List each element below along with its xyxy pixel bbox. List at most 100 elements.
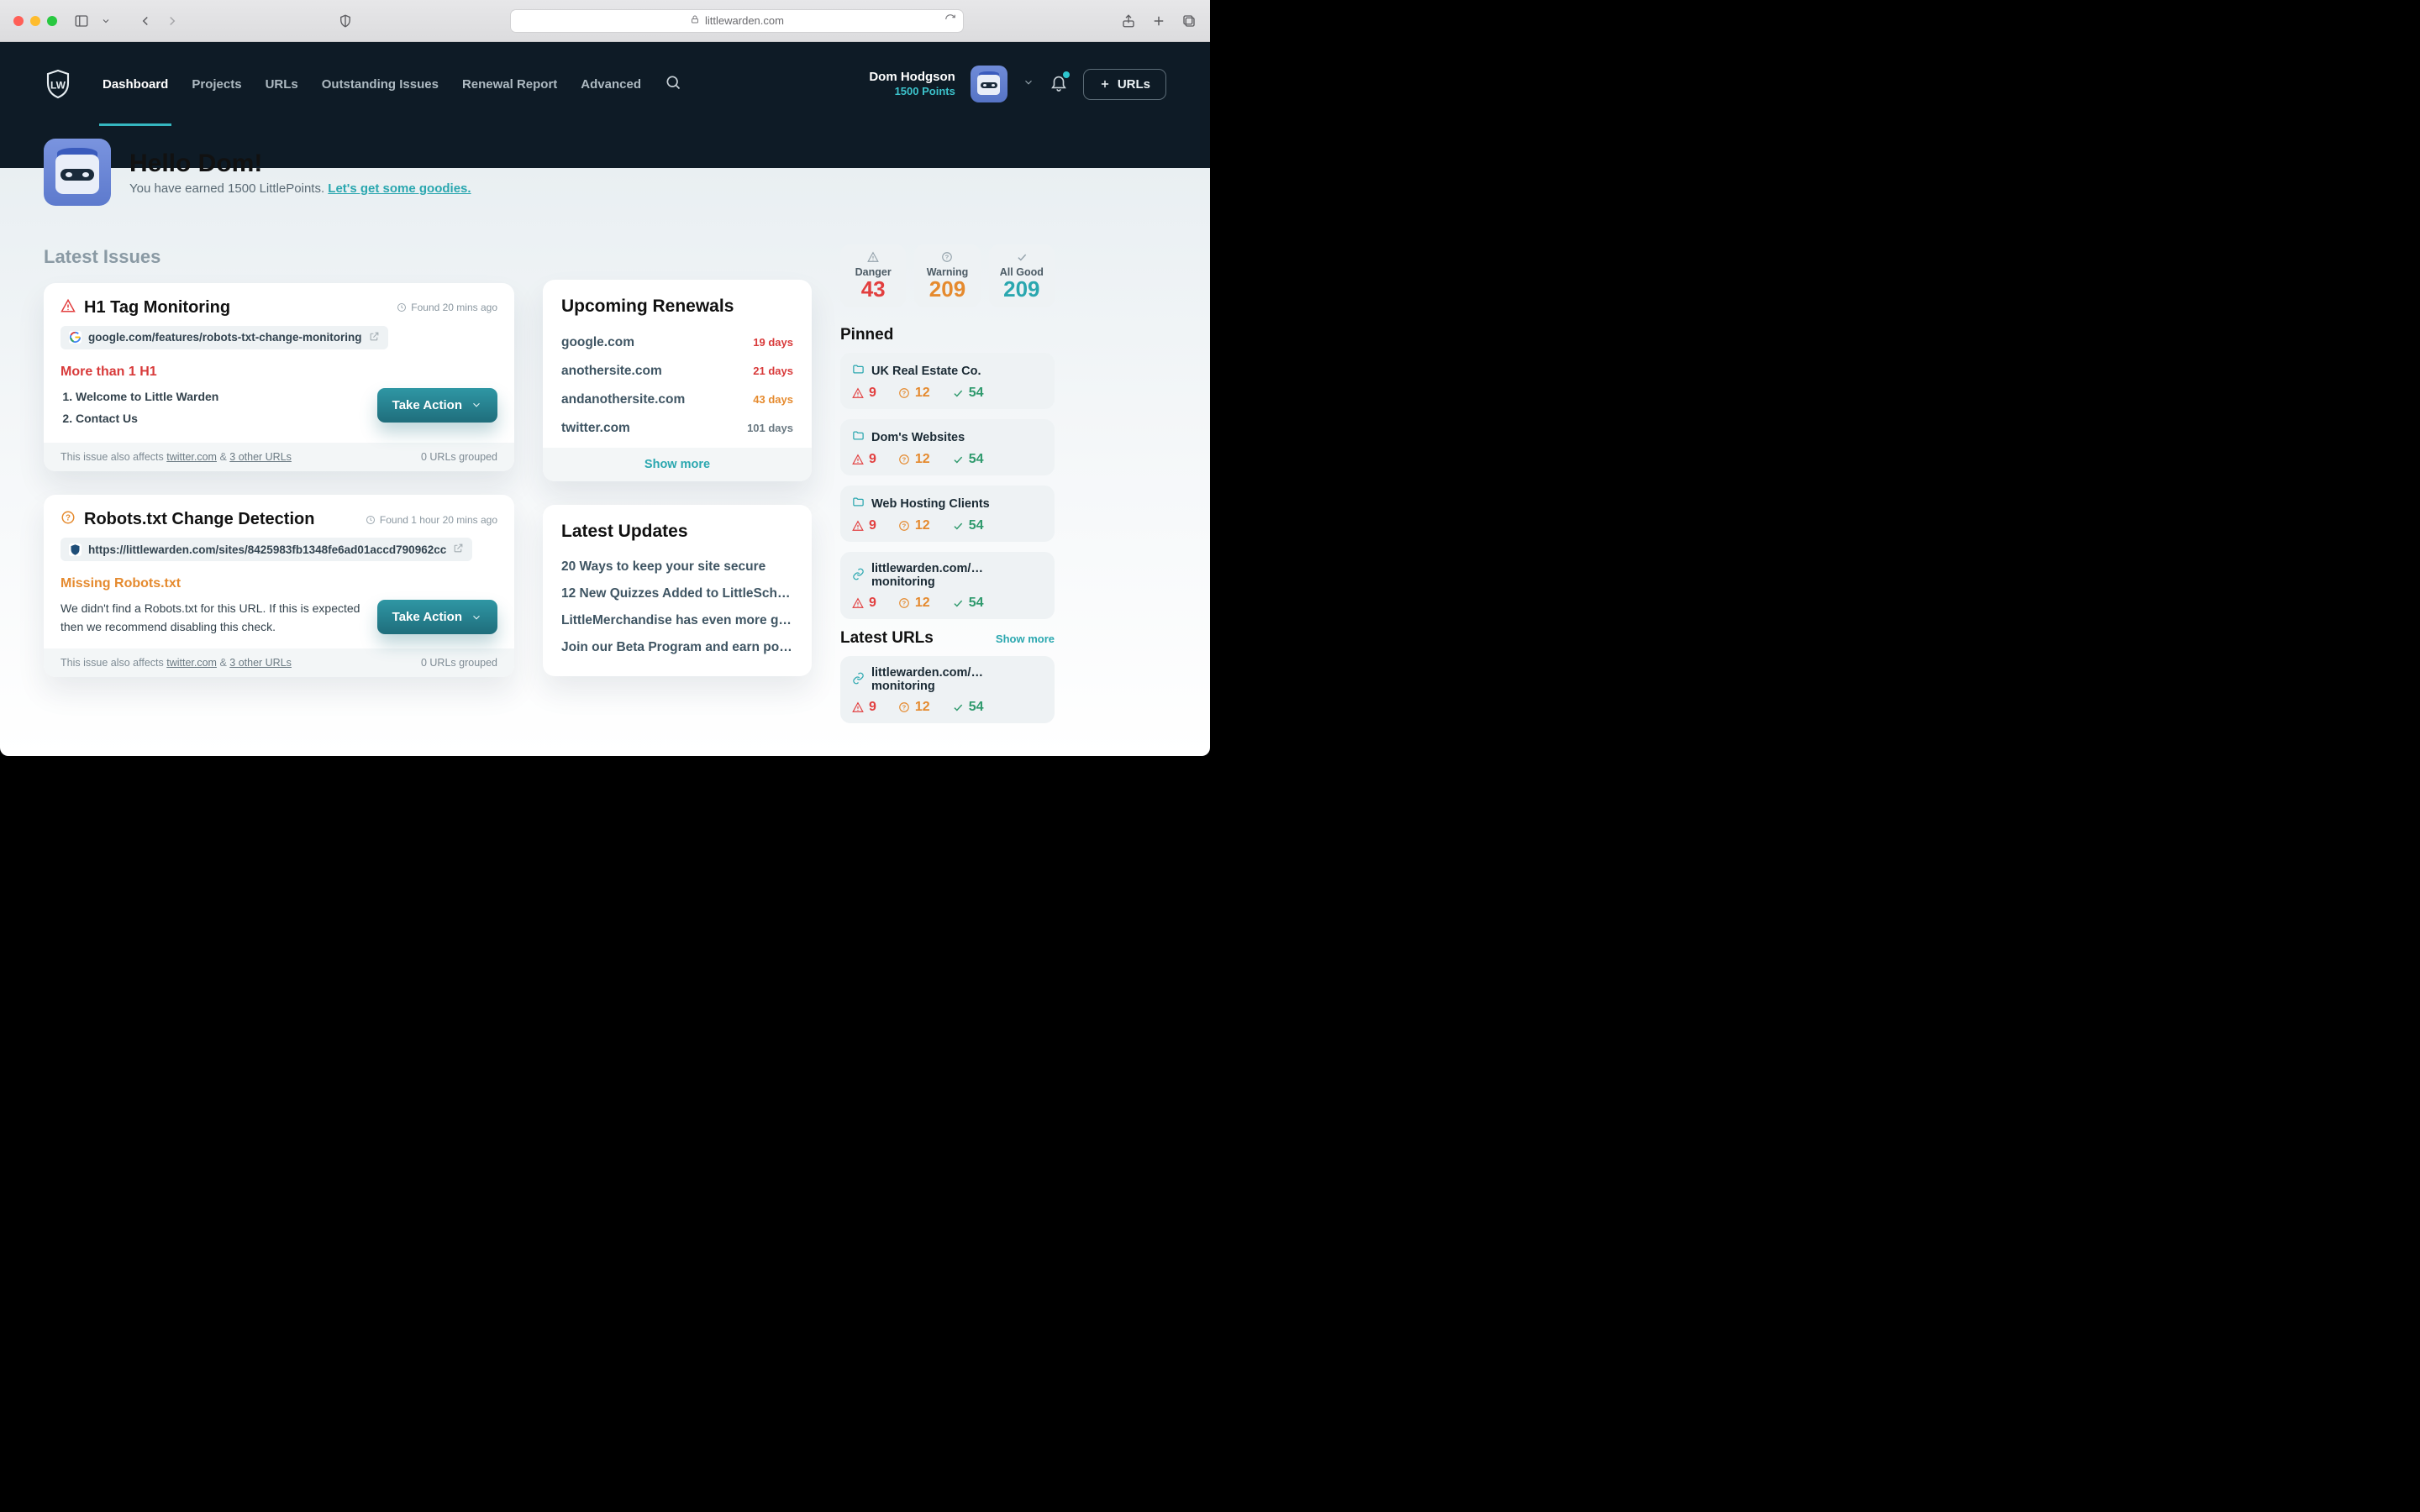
privacy-shield-icon[interactable] [338, 13, 353, 29]
renewal-site: google.com [561, 335, 634, 350]
issue-url-chip[interactable]: https://littlewarden.com/sites/8425983fb… [60, 538, 472, 561]
issue-found-time: Found 20 mins ago [397, 302, 497, 313]
renewal-site: twitter.com [561, 421, 630, 436]
update-link[interactable]: Join our Beta Program and earn points [561, 634, 793, 661]
issue-footer-site-link[interactable]: twitter.com [166, 657, 217, 669]
svg-text:?: ? [945, 253, 950, 260]
address-bar[interactable]: littlewarden.com [510, 9, 964, 33]
stat-tile-all-good[interactable]: All Good 209 [989, 244, 1055, 307]
nav-item-advanced[interactable]: Advanced [569, 42, 653, 126]
search-icon[interactable] [665, 74, 681, 94]
notification-dot-icon [1063, 71, 1070, 78]
stat-tile-danger[interactable]: Danger 43 [840, 244, 906, 307]
minimize-window-icon[interactable] [30, 16, 40, 26]
nav-item-outstanding-issues[interactable]: Outstanding Issues [310, 42, 450, 126]
renewal-days: 43 days [753, 393, 793, 406]
new-tab-icon[interactable] [1151, 13, 1166, 29]
pinned-title: Dom's Websites [871, 431, 965, 444]
hero-goodies-link[interactable]: Let's get some goodies. [328, 181, 471, 196]
issue-list-item: Contact Us [76, 410, 362, 428]
svg-text:?: ? [66, 514, 71, 523]
folder-icon [852, 363, 865, 379]
folder-icon [852, 429, 865, 445]
renewal-site: anothersite.com [561, 364, 662, 379]
chevron-down-icon[interactable] [101, 13, 111, 29]
forward-icon[interactable] [165, 13, 180, 29]
link-icon [852, 568, 865, 584]
renewal-row[interactable]: google.com 19 days [561, 328, 793, 357]
external-link-icon[interactable] [369, 331, 380, 344]
pinned-item[interactable]: UK Real Estate Co. 9 ? 12 54 [840, 353, 1055, 409]
issue-footer-more-link[interactable]: 3 other URLs [229, 657, 292, 669]
renewal-row[interactable]: anothersite.com 21 days [561, 357, 793, 386]
lock-icon [690, 14, 700, 27]
update-link[interactable]: 12 New Quizzes Added to LittleSchool [561, 580, 793, 607]
nav-item-projects[interactable]: Projects [180, 42, 253, 126]
pinned-danger-count: 9 [852, 386, 876, 401]
issue-alert-label: Missing Robots.txt [60, 576, 497, 591]
back-icon[interactable] [138, 13, 153, 29]
stat-tile-warning[interactable]: ? Warning 209 [914, 244, 980, 307]
user-menu-chevron-icon[interactable] [1023, 76, 1034, 92]
external-link-icon[interactable] [453, 543, 464, 556]
pinned-item[interactable]: littlewarden.com/…monitoring 9 ? 12 54 [840, 552, 1055, 619]
update-link[interactable]: 20 Ways to keep your site secure [561, 554, 793, 580]
svg-text:?: ? [902, 456, 907, 464]
link-icon [852, 672, 865, 688]
issue-found-time: Found 1 hour 20 mins ago [366, 514, 497, 526]
latest-urls-show-more[interactable]: Show more [996, 633, 1055, 645]
hero-avatar [44, 139, 111, 206]
pinned-warning-count: ? 12 [898, 518, 930, 533]
pinned-good-count: 54 [952, 700, 984, 715]
avatar[interactable] [971, 66, 1007, 102]
nav-item-dashboard[interactable]: Dashboard [91, 42, 180, 126]
address-text: littlewarden.com [705, 14, 784, 27]
issue-url-chip[interactable]: google.com/features/robots-txt-change-mo… [60, 326, 388, 349]
renewal-row[interactable]: andanothersite.com 43 days [561, 386, 793, 414]
pinned-warning-count: ? 12 [898, 596, 930, 611]
issue-paragraph: We didn't find a Robots.txt for this URL… [60, 600, 362, 636]
close-window-icon[interactable] [13, 16, 24, 26]
notifications-icon[interactable] [1050, 73, 1068, 95]
check-icon [994, 251, 1050, 265]
issue-list-item: Welcome to Little Warden [76, 388, 362, 407]
issue-url-text: https://littlewarden.com/sites/8425983fb… [88, 543, 446, 556]
renewal-days: 101 days [747, 422, 793, 434]
user-points: 1500 Points [869, 85, 955, 98]
pinned-item[interactable]: littlewarden.com/…monitoring 9 ? 12 54 [840, 656, 1055, 723]
pinned-item[interactable]: Web Hosting Clients 9 ? 12 54 [840, 486, 1055, 542]
pinned-warning-count: ? 12 [898, 700, 930, 715]
pinned-danger-count: 9 [852, 518, 876, 533]
maximize-window-icon[interactable] [47, 16, 57, 26]
pinned-title: littlewarden.com/…monitoring [871, 666, 1043, 693]
tabs-overview-icon[interactable] [1181, 13, 1197, 29]
update-link[interactable]: LittleMerchandise has even more goodi… [561, 607, 793, 634]
app-logo[interactable]: LW [44, 67, 72, 101]
app-nav: LW DashboardProjectsURLsOutstanding Issu… [0, 42, 1210, 126]
share-icon[interactable] [1121, 13, 1136, 29]
latest-urls-heading: Latest URLs Show more [840, 629, 1055, 648]
nav-item-urls[interactable]: URLs [254, 42, 310, 126]
warning-icon: ? [60, 510, 76, 529]
take-action-button[interactable]: Take Action [377, 600, 497, 634]
issue-url-text: google.com/features/robots-txt-change-mo… [88, 331, 362, 344]
pinned-good-count: 54 [952, 386, 984, 401]
svg-text:LW: LW [50, 79, 66, 91]
danger-icon [60, 298, 76, 318]
take-action-button[interactable]: Take Action [377, 388, 497, 423]
browser-toolbar: littlewarden.com [0, 0, 1210, 42]
sidebar-toggle-icon[interactable] [74, 13, 89, 29]
renewal-row[interactable]: twitter.com 101 days [561, 414, 793, 443]
add-urls-button[interactable]: URLs [1083, 69, 1166, 100]
reload-icon[interactable] [944, 13, 956, 28]
issue-footer-more-link[interactable]: 3 other URLs [229, 451, 292, 463]
issue-footer-grouped: 0 URLs grouped [421, 451, 497, 463]
issue-footer-site-link[interactable]: twitter.com [166, 451, 217, 463]
user-block: Dom Hodgson 1500 Points [869, 70, 955, 99]
nav-item-renewal-report[interactable]: Renewal Report [450, 42, 569, 126]
pinned-item[interactable]: Dom's Websites 9 ? 12 54 [840, 419, 1055, 475]
issue-title: Robots.txt Change Detection [84, 510, 357, 529]
hero-subtext: You have earned 1500 LittlePoints. Let's… [129, 181, 471, 196]
renewals-show-more[interactable]: Show more [543, 448, 812, 481]
renewal-days: 19 days [753, 336, 793, 349]
